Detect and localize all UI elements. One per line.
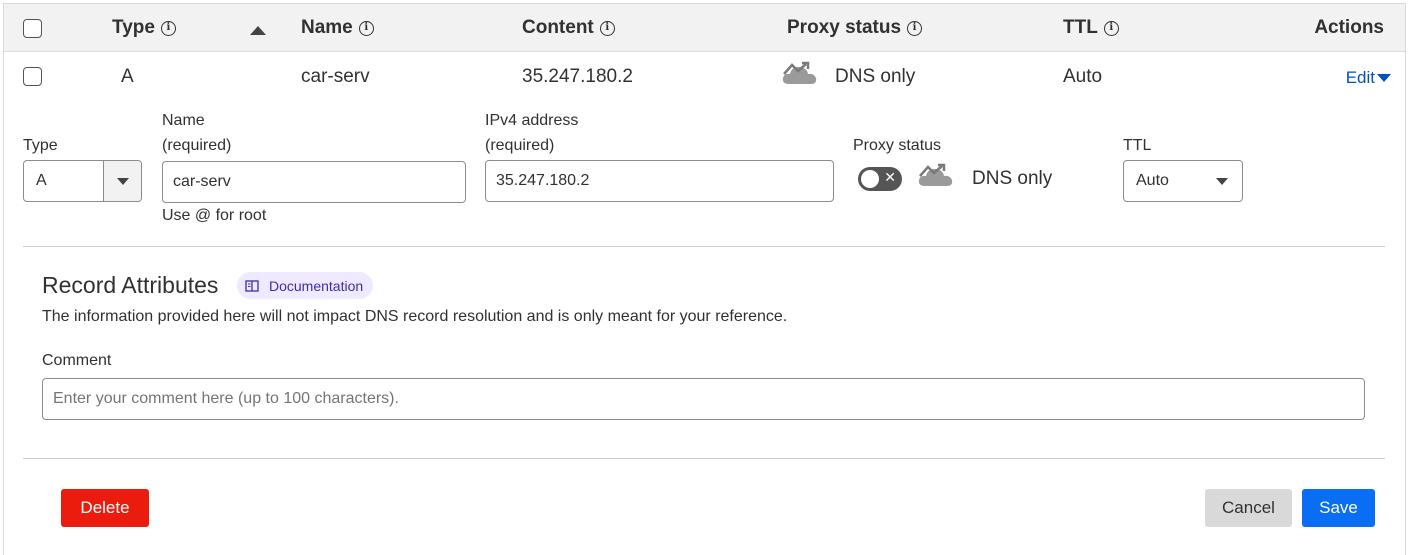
- name-hint: Use @ for root: [162, 207, 267, 224]
- info-icon[interactable]: i: [907, 20, 923, 36]
- documentation-link[interactable]: Documentation: [237, 272, 374, 299]
- record-proxy-status: DNS only: [835, 66, 916, 87]
- column-header-actions: Actions: [1314, 17, 1384, 39]
- proxy-status-toggle[interactable]: ✕: [858, 167, 902, 191]
- comment-input[interactable]: [42, 378, 1365, 420]
- name-input[interactable]: car-serv: [162, 161, 466, 203]
- type-select-value: A: [36, 172, 47, 189]
- record-attributes-title: Record Attributes: [42, 272, 219, 298]
- sort-ascending-icon[interactable]: [250, 26, 266, 35]
- column-header-proxy-status-label: Proxy status: [787, 17, 902, 38]
- name-label: Name: [162, 112, 205, 129]
- ipv4-input[interactable]: 35.247.180.2: [485, 160, 834, 202]
- book-icon: [245, 279, 259, 292]
- record-attributes-description: The information provided here will not i…: [42, 308, 788, 325]
- record-type: A: [121, 66, 134, 87]
- column-header-ttl-label: TTL: [1063, 17, 1098, 38]
- name-required-label: (required): [162, 137, 232, 154]
- divider: [23, 246, 1385, 247]
- column-header-proxy-status[interactable]: Proxy status i: [787, 17, 923, 39]
- row-select-checkbox[interactable]: [23, 67, 42, 86]
- proxy-status-label: Proxy status: [853, 137, 942, 154]
- column-header-content-label: Content: [522, 17, 594, 38]
- cloud-dns-only-icon: [918, 163, 953, 186]
- select-all-checkbox[interactable]: [23, 19, 42, 38]
- table-header: Type i Name i Content i Proxy status i T…: [4, 4, 1405, 52]
- type-select[interactable]: A: [23, 160, 142, 202]
- edit-dropdown-link[interactable]: Edit: [1346, 68, 1391, 88]
- info-icon[interactable]: i: [599, 20, 615, 36]
- ttl-label: TTL: [1123, 137, 1152, 154]
- type-label: Type: [23, 137, 58, 154]
- ipv4-input-value: 35.247.180.2: [496, 172, 590, 189]
- column-header-name[interactable]: Name i: [301, 17, 374, 39]
- type-select-toggle[interactable]: [103, 161, 141, 201]
- info-icon[interactable]: i: [160, 20, 176, 36]
- ipv4-required-label: (required): [485, 137, 555, 154]
- chevron-down-icon: [116, 177, 129, 185]
- delete-button[interactable]: Delete: [61, 489, 149, 527]
- comment-label: Comment: [42, 352, 112, 369]
- record-name: car-serv: [301, 66, 370, 87]
- toggle-knob: [861, 170, 879, 188]
- ipv4-label: IPv4 address: [485, 112, 579, 129]
- column-header-actions-label: Actions: [1314, 17, 1384, 38]
- caret-down-icon: [1377, 74, 1391, 82]
- column-header-content[interactable]: Content i: [522, 17, 615, 39]
- name-input-value: car-serv: [173, 173, 231, 190]
- column-header-type-label: Type: [112, 17, 155, 38]
- cancel-button[interactable]: Cancel: [1205, 489, 1292, 527]
- cloud-dns-only-icon: [782, 61, 817, 84]
- dns-record-panel: Type i Name i Content i Proxy status i T…: [3, 3, 1406, 555]
- info-icon[interactable]: i: [1103, 20, 1119, 36]
- column-header-ttl[interactable]: TTL i: [1063, 17, 1119, 39]
- proxy-status-value: DNS only: [972, 168, 1053, 189]
- save-button[interactable]: Save: [1302, 489, 1375, 527]
- record-ttl: Auto: [1063, 66, 1103, 87]
- divider: [23, 458, 1385, 459]
- ttl-select-value: Auto: [1136, 172, 1169, 189]
- edit-label: Edit: [1345, 68, 1375, 87]
- info-icon[interactable]: i: [358, 20, 374, 36]
- column-header-name-label: Name: [301, 17, 353, 38]
- column-header-type[interactable]: Type i: [112, 17, 176, 39]
- ttl-select[interactable]: Auto: [1123, 160, 1243, 202]
- record-content: 35.247.180.2: [522, 66, 633, 87]
- chevron-down-icon: [1216, 177, 1228, 185]
- close-icon: ✕: [884, 169, 896, 185]
- documentation-link-label: Documentation: [269, 277, 364, 294]
